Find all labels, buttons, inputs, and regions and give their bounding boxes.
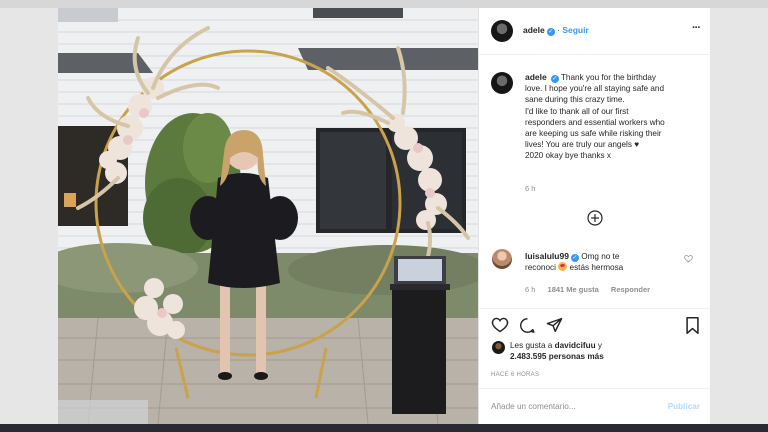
top-border <box>0 0 768 8</box>
comment-input[interactable]: Añade un comentario... <box>491 402 576 411</box>
comment-text-part: Omg no te <box>581 252 620 261</box>
follow-button[interactable]: Seguir <box>562 25 588 35</box>
likes-connector: y <box>597 341 602 350</box>
verified-icon: ✓ <box>550 75 559 83</box>
verified-icon: ✓ <box>546 28 555 36</box>
comment-icon[interactable] <box>519 317 536 334</box>
comment-heart-icon[interactable] <box>684 254 693 263</box>
comment-text-part: estás hermosa <box>569 263 624 272</box>
author-avatar[interactable] <box>491 20 513 42</box>
likes-prefix: Les gusta a <box>510 341 553 350</box>
commenter-username[interactable]: luisalulu99 <box>525 251 569 261</box>
bookmark-icon[interactable] <box>685 317 700 334</box>
publish-button[interactable]: Publicar <box>668 402 700 411</box>
caption-username[interactable]: adele <box>525 72 547 82</box>
post-panel: adele ✓ · Seguir ··· adele ✓ Thank you for… <box>478 8 711 424</box>
heart-icon[interactable] <box>491 317 509 333</box>
caption-line: I'd like to thank all of our first <box>525 106 629 116</box>
liker-avatar[interactable] <box>492 341 505 354</box>
header-divider <box>479 54 711 55</box>
comment-meta: 6 h 1841 Me gusta Responder <box>525 285 650 294</box>
post-photo <box>58 8 478 424</box>
verified-icon: ✓ <box>570 254 579 262</box>
author-username[interactable]: adele <box>523 25 545 35</box>
caption-time[interactable]: 6 h <box>525 184 535 193</box>
post-header: adele ✓ · Seguir <box>523 25 589 36</box>
caption-line: responders and essential workers who <box>525 117 665 127</box>
caption-line: 2020 okay bye thanks x <box>525 151 612 161</box>
video-frame: adele ✓ · Seguir ··· adele ✓ Thank you for… <box>0 0 768 432</box>
likes-count[interactable]: 2.483.595 personas más <box>510 352 604 361</box>
reply-button[interactable]: Responder <box>611 285 650 294</box>
post-time-ago[interactable]: HACE 6 HORAS <box>491 372 539 378</box>
likes-summary: Les gusta a davidcifuu y 2.483.595 perso… <box>510 340 604 362</box>
input-divider <box>479 388 711 389</box>
load-more-icon[interactable] <box>587 210 603 226</box>
commenter-avatar[interactable] <box>492 249 512 269</box>
actions-divider <box>479 308 711 309</box>
liker-username[interactable]: davidcifuu <box>555 341 596 350</box>
bottom-border <box>0 424 768 432</box>
post-caption: adele ✓ Thank you for the birthday love. … <box>525 72 705 162</box>
caption-line: Thank you for the birthday <box>560 73 657 82</box>
more-options-icon[interactable]: ··· <box>692 22 701 34</box>
share-icon[interactable] <box>546 317 563 333</box>
caption-avatar[interactable] <box>491 72 513 94</box>
caption-line: are keeping us safe while risking their <box>525 129 662 139</box>
comment-text-part: reconoci <box>525 263 556 272</box>
caption-line: love. I hope you're all staying safe and <box>525 84 665 94</box>
comment-time[interactable]: 6 h <box>525 285 535 294</box>
emoji-icon <box>558 262 568 271</box>
comment-likes[interactable]: 1841 Me gusta <box>548 285 599 294</box>
caption-line: sane during this crazy time. <box>525 95 625 105</box>
comment-text: luisalulu99 ✓ Omg no te reconoci estás he… <box>525 251 675 273</box>
caption-line: lives! You are truly our angels ♥ <box>525 140 640 150</box>
